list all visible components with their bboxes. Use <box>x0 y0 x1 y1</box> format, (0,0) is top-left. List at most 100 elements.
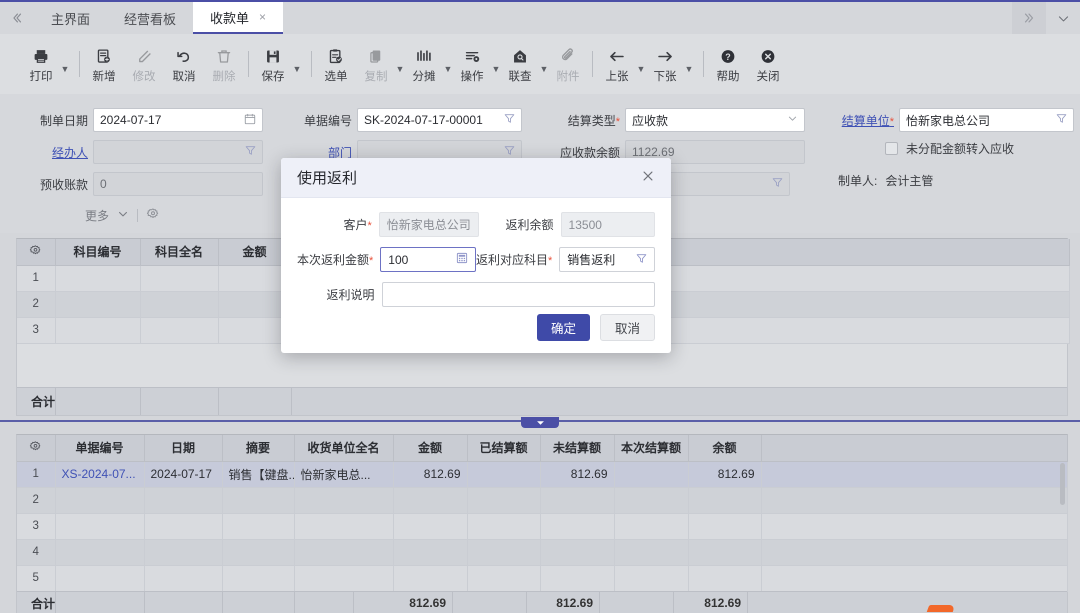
cell-balance[interactable]: 812.69 <box>688 461 761 487</box>
cell-settled[interactable] <box>467 565 540 591</box>
cell-amount[interactable] <box>393 539 467 565</box>
calculator-icon[interactable] <box>456 252 468 267</box>
detail-column-header[interactable]: 收货单位全名 <box>294 435 393 461</box>
cell-current-settlement[interactable] <box>614 539 688 565</box>
subject-column-header[interactable]: 科目编号 <box>55 239 140 265</box>
cell-balance[interactable] <box>688 487 761 513</box>
table-row[interactable]: 1 XS-2024-07... 2024-07-17 销售【键盘... 怡新家电… <box>17 461 1067 487</box>
filter-icon[interactable] <box>636 253 647 267</box>
cell-amount[interactable] <box>393 565 467 591</box>
cell-date[interactable] <box>144 487 222 513</box>
cell-date[interactable] <box>144 539 222 565</box>
cell-amount[interactable] <box>393 513 467 539</box>
cell-subject-code[interactable] <box>55 291 140 317</box>
detail-grid-settings-gear-icon[interactable] <box>17 435 55 461</box>
chevron-down-icon[interactable] <box>117 208 129 223</box>
tab-close-icon[interactable]: × <box>259 11 266 23</box>
cell-receiver-unit[interactable] <box>294 513 393 539</box>
cell-summary[interactable] <box>222 539 294 565</box>
cell-bill-no[interactable]: XS-2024-07... <box>55 461 144 487</box>
toolbar-button-select-bill[interactable]: 选单 <box>319 45 353 84</box>
tab-dropdown-icon[interactable] <box>1046 2 1080 34</box>
cell-settled[interactable] <box>467 461 540 487</box>
detail-column-header[interactable]: 本次结算额 <box>614 435 688 461</box>
cancel-button[interactable]: 取消 <box>600 314 655 341</box>
cell-unsettled[interactable] <box>540 513 614 539</box>
cell-bill-no[interactable] <box>55 565 144 591</box>
cell-unsettled[interactable]: 812.69 <box>540 461 614 487</box>
cell-balance[interactable] <box>688 513 761 539</box>
cell-bill-no[interactable] <box>55 539 144 565</box>
filter-icon[interactable] <box>772 177 783 191</box>
detail-column-header[interactable]: 未结算额 <box>540 435 614 461</box>
allocate-dropdown-icon[interactable]: ▼ <box>441 46 455 82</box>
operation-dropdown-icon[interactable]: ▼ <box>489 46 503 82</box>
cell-bill-no[interactable] <box>55 513 144 539</box>
collapse-tabs-icon[interactable] <box>0 2 34 34</box>
cell-subject-code[interactable] <box>55 265 140 291</box>
cell-subject-name[interactable] <box>140 291 218 317</box>
cell-unsettled[interactable] <box>540 539 614 565</box>
cell-receiver-unit[interactable] <box>294 539 393 565</box>
detail-column-header[interactable]: 摘要 <box>222 435 294 461</box>
cell-unsettled[interactable] <box>540 487 614 513</box>
cell-unsettled[interactable] <box>540 565 614 591</box>
cell-amount[interactable]: 812.69 <box>393 461 467 487</box>
filter-icon[interactable] <box>504 113 515 127</box>
settle-type-select[interactable]: 应收款 <box>625 108 805 132</box>
trace-dropdown-icon[interactable]: ▼ <box>537 46 551 82</box>
cell-subject-code[interactable] <box>55 317 140 343</box>
splitter-collapse-handle[interactable] <box>521 417 559 428</box>
cell-receiver-unit[interactable] <box>294 487 393 513</box>
cell-date[interactable] <box>144 565 222 591</box>
tab-dashboard[interactable]: 经营看板 <box>107 2 193 34</box>
detail-column-header[interactable]: 已结算额 <box>467 435 540 461</box>
chevron-down-icon[interactable] <box>787 113 798 127</box>
subject-grid-settings-gear-icon[interactable] <box>17 239 55 265</box>
toolbar-button-trace[interactable]: 联查 <box>503 45 537 84</box>
toolbar-button-help[interactable]: ? 帮助 <box>711 45 745 84</box>
filter-icon[interactable] <box>245 145 256 159</box>
cell-subject-name[interactable] <box>140 317 218 343</box>
toolbar-button-cancel[interactable]: 取消 <box>167 45 201 84</box>
handler-link-label[interactable]: 经办人 <box>0 144 88 161</box>
detail-column-header[interactable]: 日期 <box>144 435 222 461</box>
toolbar-button-print[interactable]: 打印 <box>24 45 58 84</box>
cell-settled[interactable] <box>467 539 540 565</box>
save-dropdown-icon[interactable]: ▼ <box>290 46 304 82</box>
field-unallocated-checkbox[interactable]: 未分配金额转入应收 <box>885 140 1014 157</box>
copy-dropdown-icon[interactable]: ▼ <box>393 46 407 82</box>
cell-date[interactable]: 2024-07-17 <box>144 461 222 487</box>
cell-summary[interactable]: 销售【键盘... <box>222 461 294 487</box>
detail-column-header[interactable]: 金额 <box>393 435 467 461</box>
previous-dropdown-icon[interactable]: ▼ <box>634 46 648 82</box>
toolbar-button-save[interactable]: 保存 <box>256 45 290 84</box>
cell-summary[interactable] <box>222 487 294 513</box>
cell-balance[interactable] <box>688 565 761 591</box>
rebate-note-input[interactable] <box>382 282 655 307</box>
detail-column-header[interactable]: 余额 <box>688 435 761 461</box>
cell-date[interactable] <box>144 513 222 539</box>
settle-unit-input[interactable]: 怡新家电总公司 <box>899 108 1074 132</box>
rebate-subject-input[interactable]: 销售返利 <box>559 247 655 272</box>
cell-current-settlement[interactable] <box>614 461 688 487</box>
cell-subject-name[interactable] <box>140 265 218 291</box>
toolbar-button-copy[interactable]: 复制 <box>359 45 393 84</box>
table-row[interactable]: 4 <box>17 539 1067 565</box>
cell-balance[interactable] <box>688 539 761 565</box>
cell-summary[interactable] <box>222 565 294 591</box>
toolbar-button-delete[interactable]: 删除 <box>207 45 241 84</box>
filter-icon[interactable] <box>1056 113 1067 127</box>
close-x-icon[interactable] <box>641 169 655 187</box>
detail-grid-scrollbar-thumb[interactable] <box>1060 463 1065 505</box>
unallocated-checkbox[interactable] <box>885 142 898 155</box>
table-row[interactable]: 2 <box>17 487 1067 513</box>
toolbar-button-new[interactable]: 新增 <box>87 45 121 84</box>
settle-unit-link-label[interactable]: 结算单位* <box>822 112 894 129</box>
toolbar-button-previous[interactable]: 上张 <box>600 45 634 84</box>
bill-date-input[interactable]: 2024-07-17 <box>93 108 263 132</box>
calendar-icon[interactable] <box>244 113 256 128</box>
table-row[interactable]: 5 <box>17 565 1067 591</box>
toolbar-button-allocate[interactable]: 分摊 <box>407 45 441 84</box>
tab-receipt[interactable]: 收款单 × <box>193 2 283 34</box>
